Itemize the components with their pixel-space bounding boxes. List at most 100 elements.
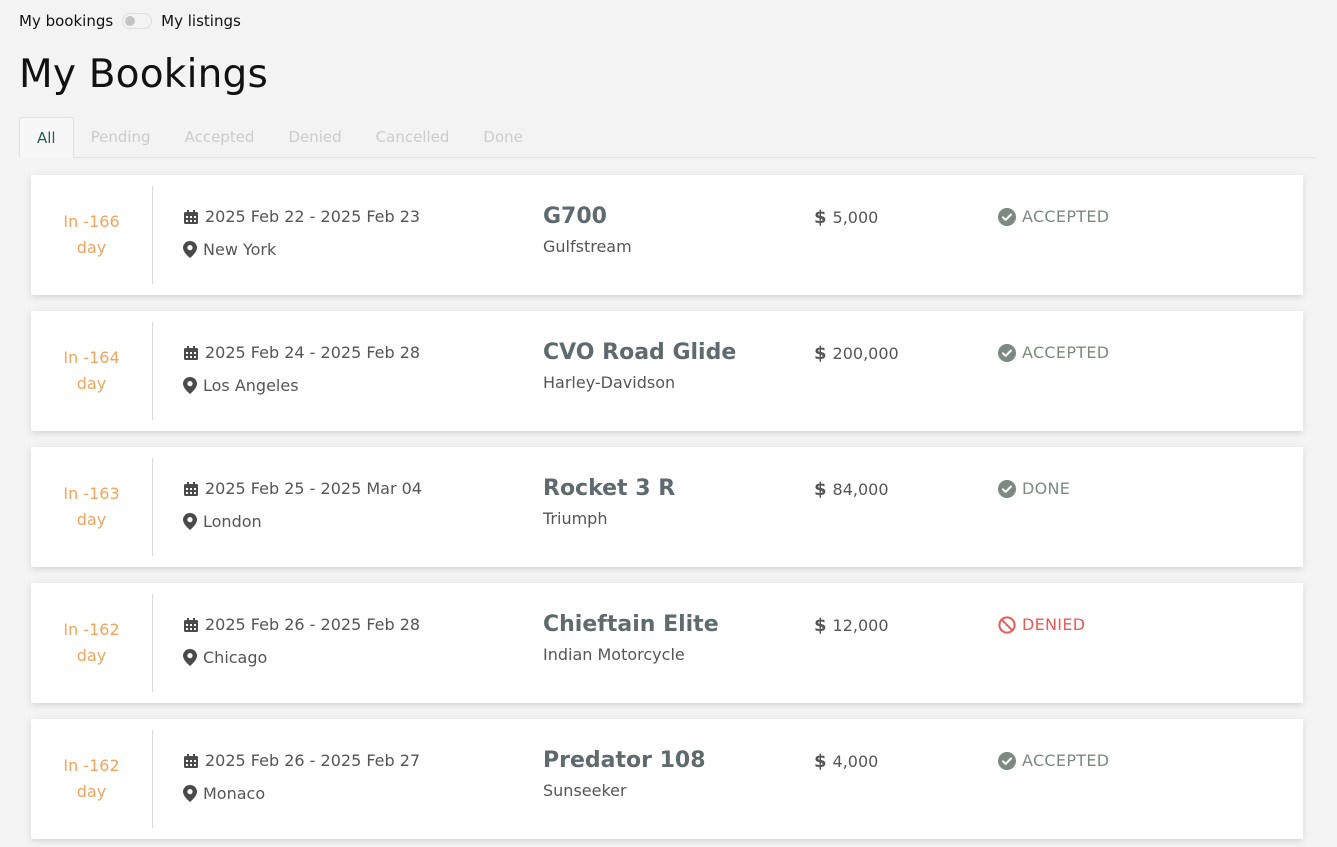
check-circle-icon [998,751,1016,770]
map-pin-icon [183,241,197,258]
view-toggle: My bookings My listings [19,12,241,30]
vehicle-brand: Triumph [543,509,608,528]
countdown-days: In -163 [63,484,120,503]
card-divider [152,322,153,420]
booking-price: $ 4,000 [814,751,878,772]
booking-location-name: New York [203,240,277,259]
booking-price: $ 84,000 [814,479,889,500]
my-bookings-label[interactable]: My bookings [19,12,113,30]
card-divider [152,730,153,828]
tab-done[interactable]: Done [466,117,539,158]
tab-accepted[interactable]: Accepted [168,117,272,158]
tab-cancelled[interactable]: Cancelled [359,117,467,158]
booking-date-range: 2025 Feb 25 - 2025 Mar 04 [205,479,422,498]
status-label: ACCEPTED [1022,207,1110,226]
status-tabs: All Pending Accepted Denied Cancelled Do… [19,117,1315,158]
booking-location-name: London [203,512,262,531]
calendar-icon [183,345,199,361]
countdown-unit: day [76,646,107,665]
status-label: ACCEPTED [1022,343,1110,362]
vehicle-model[interactable]: Chieftain Elite [543,612,719,637]
vehicle-brand: Gulfstream [543,237,632,256]
countdown-days: In -164 [63,348,120,367]
dollar-icon: $ [814,343,827,364]
vehicle-brand: Harley-Davidson [543,373,676,392]
booking-date-range: 2025 Feb 26 - 2025 Feb 28 [205,615,421,634]
booking-dates: 2025 Feb 22 - 2025 Feb 23 [183,207,420,226]
status-label: DENIED [1022,615,1086,634]
bookings-listings-switch[interactable] [122,13,153,29]
calendar-icon [183,753,199,769]
countdown-days: In -166 [63,212,120,231]
vehicle-model[interactable]: CVO Road Glide [543,340,736,365]
booking-dates: 2025 Feb 26 - 2025 Feb 27 [183,751,420,770]
price-value: 4,000 [832,752,879,771]
booking-location: Monaco [183,784,265,803]
booking-countdown: In -164 day [31,311,152,431]
countdown-unit: day [76,782,107,801]
price-value: 12,000 [832,616,889,635]
booking-dates: 2025 Feb 24 - 2025 Feb 28 [183,343,420,362]
price-value: 200,000 [832,344,899,363]
booking-location: New York [183,240,276,259]
booking-location-name: Chicago [203,648,268,667]
countdown-days: In -162 [63,756,120,775]
booking-card[interactable]: In -163 day 2025 Feb 25 - 2025 Mar 04 Lo… [31,447,1303,567]
tab-all[interactable]: All [19,117,74,158]
booking-date-range: 2025 Feb 26 - 2025 Feb 27 [205,751,421,770]
countdown-unit: day [76,374,107,393]
map-pin-icon [183,377,197,394]
status-label: DONE [1022,479,1071,498]
calendar-icon [183,617,199,633]
booking-status: ACCEPTED [998,751,1109,770]
booking-card[interactable]: In -162 day 2025 Feb 26 - 2025 Feb 28 Ch… [31,583,1303,703]
booking-location: Chicago [183,648,267,667]
calendar-icon [183,481,199,497]
tab-pending[interactable]: Pending [74,117,168,158]
booking-price: $ 200,000 [814,343,899,364]
booking-date-range: 2025 Feb 24 - 2025 Feb 28 [205,343,421,362]
vehicle-model[interactable]: G700 [543,204,607,229]
booking-card[interactable]: In -166 day 2025 Feb 22 - 2025 Feb 23 Ne… [31,175,1303,295]
booking-dates: 2025 Feb 26 - 2025 Feb 28 [183,615,420,634]
booking-card[interactable]: In -162 day 2025 Feb 26 - 2025 Feb 27 Mo… [31,719,1303,839]
switch-knob [125,16,136,26]
booking-status: ACCEPTED [998,343,1109,362]
vehicle-model[interactable]: Rocket 3 R [543,476,675,501]
page-title: My Bookings [19,52,269,97]
price-value: 84,000 [832,480,889,499]
dollar-icon: $ [814,479,827,500]
map-pin-icon [183,785,197,802]
dollar-icon: $ [814,615,827,636]
booking-countdown: In -163 day [31,447,152,567]
check-circle-icon [998,479,1016,498]
booking-countdown: In -162 day [31,583,152,703]
check-circle-icon [998,207,1016,226]
booking-status: ACCEPTED [998,207,1109,226]
dollar-icon: $ [814,207,827,228]
booking-card[interactable]: In -164 day 2025 Feb 24 - 2025 Feb 28 Lo… [31,311,1303,431]
booking-countdown: In -162 day [31,719,152,839]
card-divider [152,458,153,556]
booking-location-name: Los Angeles [203,376,299,395]
booking-location-name: Monaco [203,784,266,803]
vehicle-model[interactable]: Predator 108 [543,748,706,773]
booking-price: $ 5,000 [814,207,878,228]
booking-location: London [183,512,262,531]
booking-list: In -166 day 2025 Feb 22 - 2025 Feb 23 Ne… [31,175,1303,847]
map-pin-icon [183,649,197,666]
check-circle-icon [998,343,1016,362]
tab-denied[interactable]: Denied [271,117,358,158]
status-label: ACCEPTED [1022,751,1110,770]
booking-location: Los Angeles [183,376,299,395]
countdown-days: In -162 [63,620,120,639]
booking-countdown: In -166 day [31,175,152,295]
price-value: 5,000 [832,208,879,227]
my-listings-label[interactable]: My listings [161,12,241,30]
booking-status: DENIED [998,615,1085,634]
dollar-icon: $ [814,751,827,772]
countdown-unit: day [76,510,107,529]
booking-price: $ 12,000 [814,615,889,636]
countdown-unit: day [76,238,107,257]
card-divider [152,594,153,692]
